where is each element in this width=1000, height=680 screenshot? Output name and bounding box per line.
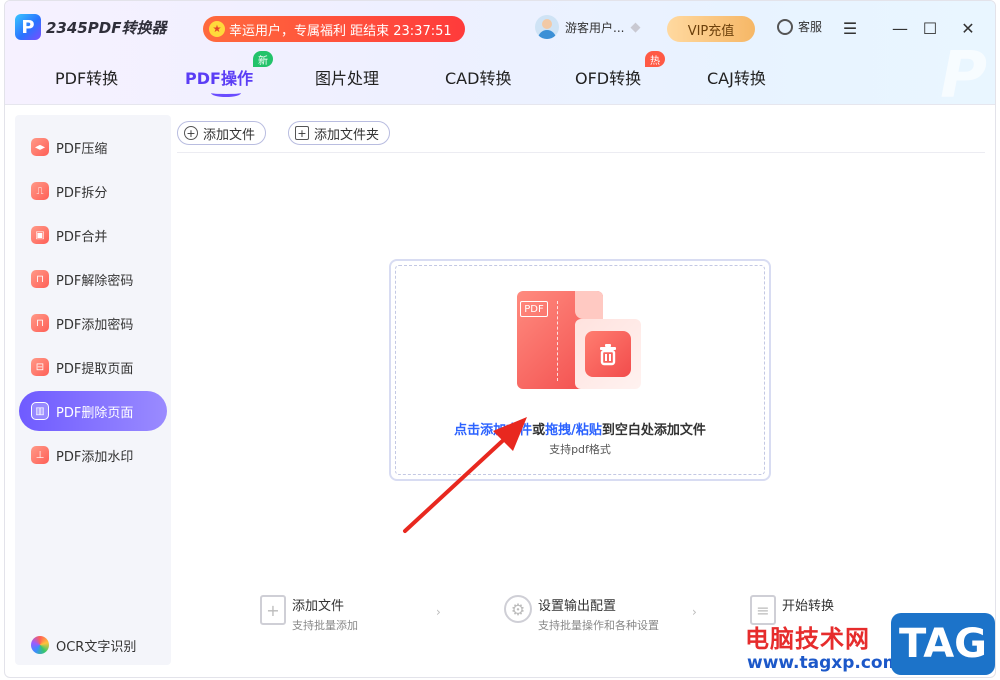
step-add-file: + 添加文件 支持批量添加: [260, 595, 358, 633]
doc-fold: [575, 291, 603, 319]
tab-label: PDF操作: [185, 69, 253, 88]
tab-image-processing[interactable]: 图片处理: [315, 65, 379, 89]
sidebar-item-label: PDF解除密码: [56, 273, 134, 289]
sidebar-item-compress[interactable]: ◂▸ PDF压缩: [19, 127, 167, 167]
user-menu[interactable]: 游客用户... ◆: [535, 15, 640, 39]
watermark-tag-logo: TAG: [891, 613, 995, 675]
sidebar-item-remove-password[interactable]: ⊓ PDF解除密码: [19, 259, 167, 299]
site-watermark: 电脑技术网 www.tagxp.com TAG: [745, 613, 995, 677]
watermark-cn: 电脑技术网: [745, 625, 870, 653]
drag-paste-link: 拖拽/粘贴: [545, 423, 602, 438]
compress-icon: ◂▸: [31, 138, 49, 156]
app-logo: P 2345PDF转换器: [15, 14, 166, 40]
hot-badge: 热: [645, 51, 665, 67]
toolbar: + 添加文件 + 添加文件夹: [177, 121, 412, 145]
customer-service-button[interactable]: 客服: [777, 18, 822, 35]
unlock-icon: ⊓: [31, 270, 49, 288]
main-tabs: PDF转换 PDF操作 新 图片处理 CAD转换 OFD转换 热 CAJ转换: [5, 51, 995, 101]
close-icon[interactable]: ✕: [957, 17, 979, 39]
chevron-right-icon: ›: [692, 605, 697, 619]
sidebar-item-label: PDF提取页面: [56, 361, 134, 377]
sidebar-item-label: PDF压缩: [56, 141, 108, 157]
step-title: 添加文件: [292, 599, 345, 614]
step-sub: 支持批量操作和各种设置: [538, 619, 659, 632]
sidebar-item-label: PDF添加水印: [56, 449, 134, 465]
step-title: 开始转换: [782, 599, 835, 614]
gift-icon: ★: [209, 21, 225, 37]
doc-dashed-line: [557, 301, 558, 381]
ocr-button[interactable]: OCR文字识别: [19, 625, 167, 665]
app-window: P 2345PDF转换器 ★ 幸运用户，专属福利 距结束 23:37:51 游客…: [4, 0, 996, 678]
ocr-icon: [31, 636, 49, 654]
file-plus-icon: +: [260, 595, 286, 625]
stamp-icon: ⊥: [31, 446, 49, 464]
sidebar-item-label: PDF添加密码: [56, 317, 134, 333]
promo-banner[interactable]: ★ 幸运用户，专属福利 距结束 23:37:51: [203, 16, 465, 42]
extract-icon: ⊟: [31, 358, 49, 376]
add-folder-button[interactable]: + 添加文件夹: [288, 121, 391, 145]
tab-pdf-convert[interactable]: PDF转换: [55, 65, 118, 89]
trash-icon: [585, 331, 631, 377]
toolbar-divider: [177, 152, 985, 153]
chevron-right-icon: ›: [436, 605, 441, 619]
step-sub: 支持批量添加: [292, 619, 358, 632]
sidebar-item-label: PDF删除页面: [56, 405, 134, 421]
red-arrow-annotation: [403, 417, 527, 533]
tab-caj-convert[interactable]: CAJ转换: [707, 65, 766, 89]
diamond-icon: ◆: [630, 19, 641, 35]
pdf-delete-illustration: PDF: [517, 291, 647, 396]
plus-square-icon: +: [295, 126, 310, 140]
trash-icon: ▥: [31, 402, 49, 420]
sidebar-item-add-password[interactable]: ⊓ PDF添加密码: [19, 303, 167, 343]
add-file-label: 添加文件: [203, 127, 256, 143]
maximize-icon[interactable]: ☐: [919, 17, 941, 39]
hint-suffix: 到空白处添加文件: [601, 423, 706, 438]
sidebar-item-label: PDF合并: [56, 229, 108, 245]
step-title: 设置输出配置: [538, 599, 617, 614]
sidebar-item-extract-pages[interactable]: ⊟ PDF提取页面: [19, 347, 167, 387]
step-output-config: ⚙ 设置输出配置 支持批量操作和各种设置: [504, 595, 659, 633]
sidebar-item-delete-pages[interactable]: ▥ PDF删除页面: [19, 391, 167, 431]
logo-icon: P: [15, 14, 41, 40]
gear-icon: ⚙: [504, 595, 532, 623]
minimize-icon[interactable]: —: [889, 17, 911, 39]
trash-card: [575, 319, 641, 389]
header: P 2345PDF转换器 ★ 幸运用户，专属福利 距结束 23:37:51 游客…: [5, 1, 995, 113]
menu-icon[interactable]: ☰: [839, 17, 861, 39]
tab-cad-convert[interactable]: CAD转换: [445, 65, 511, 89]
service-label: 客服: [798, 20, 823, 34]
plus-circle-icon: +: [184, 126, 198, 140]
headset-icon: [777, 18, 793, 35]
add-folder-label: 添加文件夹: [314, 127, 380, 143]
avatar: [535, 15, 559, 39]
split-icon: ⎍: [31, 182, 49, 200]
tab-ofd-convert[interactable]: OFD转换: [575, 65, 641, 89]
promo-text: 幸运用户，专属福利 距结束 23:37:51: [229, 23, 452, 39]
sidebar-item-split[interactable]: ⎍ PDF拆分: [19, 171, 167, 211]
sidebar: ◂▸ PDF压缩 ⎍ PDF拆分 ▣ PDF合并 ⊓ PDF解除密码 ⊓ PDF…: [15, 115, 171, 665]
logo-text: 2345PDF转换器: [46, 18, 167, 37]
watermark-url: www.tagxp.com: [747, 653, 901, 673]
sidebar-item-merge[interactable]: ▣ PDF合并: [19, 215, 167, 255]
sidebar-item-label: PDF拆分: [56, 185, 108, 201]
user-name: 游客用户...: [565, 20, 625, 35]
add-file-button[interactable]: + 添加文件: [177, 121, 267, 145]
vip-recharge-button[interactable]: VIP充值: [667, 16, 755, 42]
tab-pdf-operations[interactable]: PDF操作: [185, 65, 253, 97]
pdf-tag: PDF: [520, 301, 548, 317]
new-badge: 新: [253, 51, 273, 67]
sidebar-item-add-watermark[interactable]: ⊥ PDF添加水印: [19, 435, 167, 475]
ocr-label: OCR文字识别: [56, 639, 137, 655]
active-tab-indicator: [211, 89, 241, 97]
merge-icon: ▣: [31, 226, 49, 244]
lock-icon: ⊓: [31, 314, 49, 332]
